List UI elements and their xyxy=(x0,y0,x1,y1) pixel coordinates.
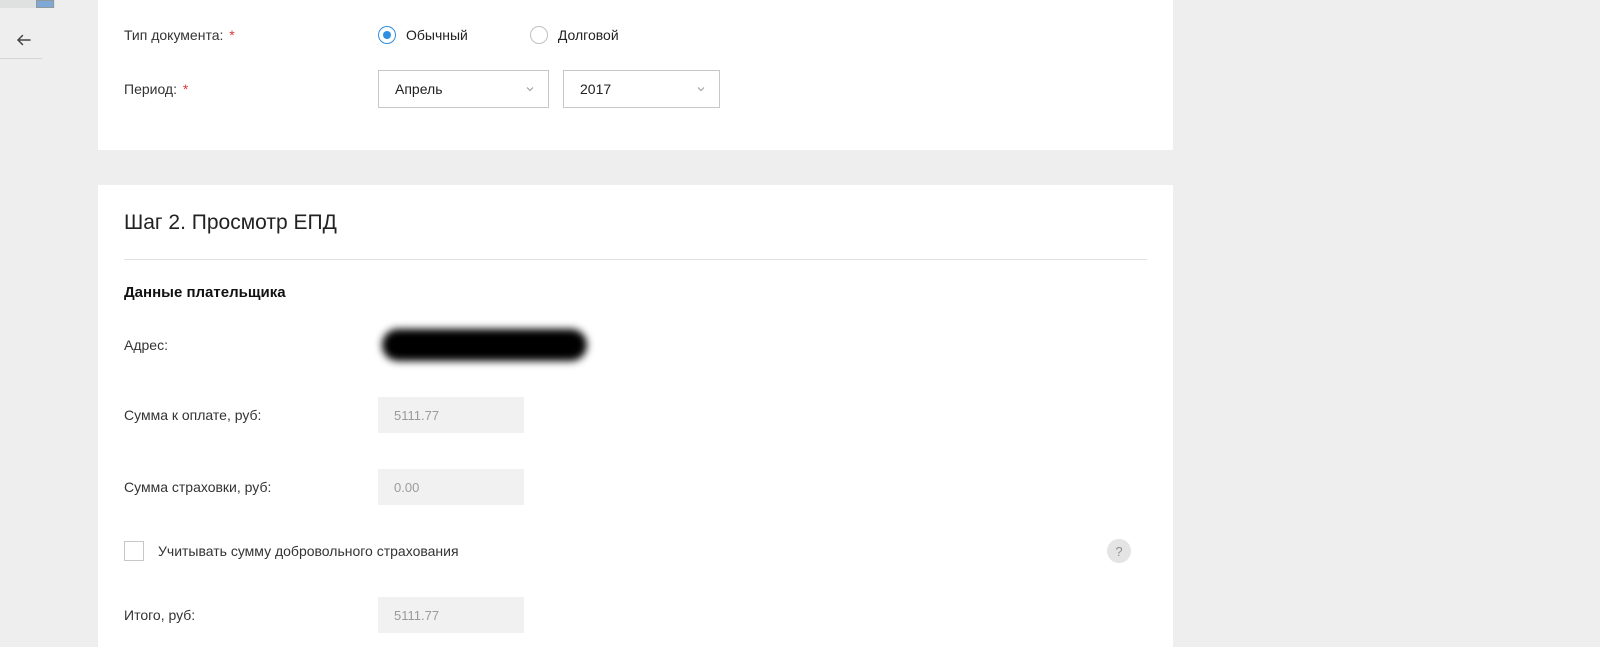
required-marker: * xyxy=(229,27,234,43)
total-row: Итого, руб: 5111.77 xyxy=(124,597,1147,633)
doc-type-row: Тип документа: * Обычный Долговой xyxy=(124,26,1147,44)
insurance-label: Сумма страховки, руб: xyxy=(124,479,378,495)
period-selects: Апрель 2017 xyxy=(378,70,720,108)
period-label-text: Период: xyxy=(124,81,177,97)
voluntary-insurance-row: Учитывать сумму добровольного страховани… xyxy=(124,541,1147,561)
period-label: Период: * xyxy=(124,81,378,97)
doc-type-label-text: Тип документа: xyxy=(124,27,223,43)
back-button[interactable] xyxy=(12,28,36,52)
address-label: Адрес: xyxy=(124,337,378,353)
amount-row: Сумма к оплате, руб: 5111.77 xyxy=(124,397,1147,433)
help-icon: ? xyxy=(1115,544,1122,559)
amount-label: Сумма к оплате, руб: xyxy=(124,407,378,423)
doc-type-radio-group: Обычный Долговой xyxy=(378,26,619,44)
period-month-value: Апрель xyxy=(395,81,443,97)
divider xyxy=(0,58,42,59)
browser-tab-fragment xyxy=(36,0,54,8)
step2-card: Шаг 2. Просмотр ЕПД Данные плательщика А… xyxy=(98,185,1173,647)
period-month-select[interactable]: Апрель xyxy=(378,70,549,108)
total-label: Итого, руб: xyxy=(124,607,378,623)
address-value-redacted xyxy=(382,329,587,361)
help-button[interactable]: ? xyxy=(1107,539,1131,563)
step2-title: Шаг 2. Просмотр ЕПД xyxy=(124,211,1147,259)
divider xyxy=(124,259,1147,260)
period-year-select[interactable]: 2017 xyxy=(563,70,720,108)
payer-section-title: Данные плательщика xyxy=(124,284,1147,301)
address-row: Адрес: xyxy=(124,329,1147,361)
amount-value: 5111.77 xyxy=(378,397,524,433)
radio-label: Обычный xyxy=(406,27,468,43)
arrow-left-icon xyxy=(15,31,33,49)
radio-icon xyxy=(378,26,396,44)
chevron-down-icon xyxy=(524,83,536,95)
doc-type-label: Тип документа: * xyxy=(124,27,378,43)
total-value: 5111.77 xyxy=(378,597,524,633)
doc-type-radio-debt[interactable]: Долговой xyxy=(530,26,619,44)
chevron-down-icon xyxy=(695,83,707,95)
insurance-value: 0.00 xyxy=(378,469,524,505)
required-marker: * xyxy=(183,81,188,97)
insurance-row: Сумма страховки, руб: 0.00 xyxy=(124,469,1147,505)
voluntary-insurance-checkbox[interactable] xyxy=(124,541,144,561)
step1-card: Тип документа: * Обычный Долговой Период… xyxy=(98,0,1173,150)
voluntary-insurance-label: Учитывать сумму добровольного страховани… xyxy=(158,543,459,559)
radio-label: Долговой xyxy=(558,27,619,43)
doc-type-radio-normal[interactable]: Обычный xyxy=(378,26,468,44)
period-row: Период: * Апрель 2017 xyxy=(124,70,1147,108)
radio-icon xyxy=(530,26,548,44)
period-year-value: 2017 xyxy=(580,81,611,97)
